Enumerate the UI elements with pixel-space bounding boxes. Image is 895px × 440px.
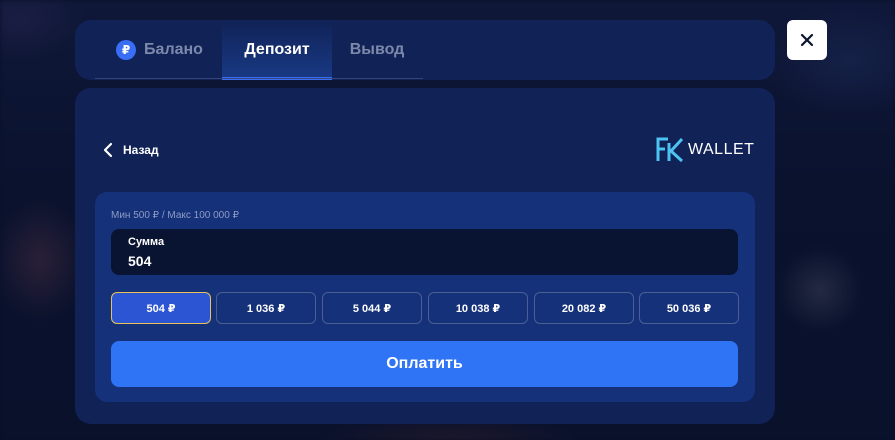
tab-deposit[interactable]: Депозит	[222, 20, 332, 80]
preset-chip[interactable]: 5 044 ₽	[322, 292, 422, 324]
chevron-left-icon	[103, 142, 113, 158]
deposit-panel: Назад WALLET Мин 500 ₽ / Макс 100 000 ₽ …	[75, 88, 775, 424]
tab-withdraw-label: Вывод	[349, 41, 405, 58]
ruble-icon: ₽	[116, 40, 137, 60]
amount-value[interactable]: 504	[128, 253, 151, 269]
amount-label: Сумма	[128, 236, 165, 248]
amount-presets: 504 ₽ 1 036 ₽ 5 044 ₽ 10 038 ₽ 20 082 ₽ …	[111, 292, 739, 324]
amount-input[interactable]: Сумма 504	[111, 229, 738, 275]
tab-deposit-label: Депозит	[244, 41, 310, 58]
close-icon	[800, 33, 814, 47]
deposit-limits: Мин 500 ₽ / Макс 100 000 ₽	[111, 210, 239, 221]
tabs-divider	[95, 78, 423, 79]
back-label: Назад	[123, 143, 159, 157]
preset-chip[interactable]: 504 ₽	[111, 292, 211, 324]
wallet-label: WALLET	[688, 141, 755, 158]
tab-balance[interactable]: ₽ Балано	[97, 20, 222, 80]
deposit-form: Мин 500 ₽ / Макс 100 000 ₽ Сумма 504 504…	[95, 192, 755, 402]
tabs-panel: ₽ Балано Депозит Вывод	[75, 20, 775, 80]
pay-button[interactable]: Оплатить	[111, 341, 738, 387]
back-button[interactable]: Назад	[103, 140, 159, 160]
close-button[interactable]	[787, 20, 827, 60]
preset-chip[interactable]: 10 038 ₽	[428, 292, 528, 324]
preset-chip[interactable]: 1 036 ₽	[216, 292, 316, 324]
preset-chip[interactable]: 50 036 ₽	[639, 292, 739, 324]
tab-withdraw[interactable]: Вывод	[332, 20, 422, 80]
preset-chip[interactable]: 20 082 ₽	[534, 292, 634, 324]
fk-wallet-logo: WALLET	[656, 136, 754, 164]
fk-logo-icon	[656, 137, 684, 163]
tab-balance-label: Балано	[144, 41, 203, 58]
